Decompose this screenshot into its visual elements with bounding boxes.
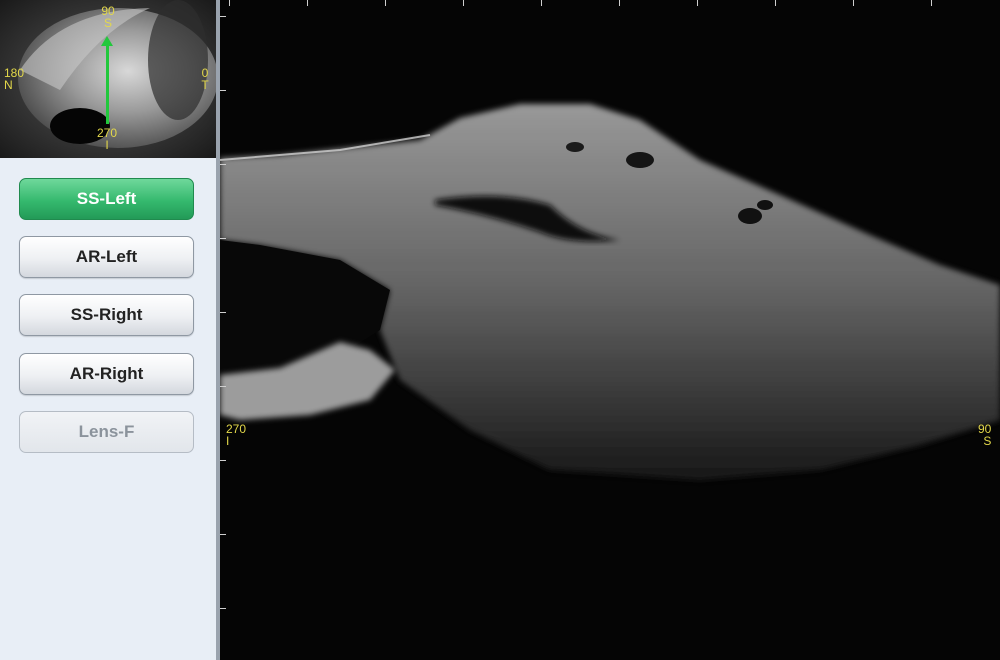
control-panel: 90 S 180 N 0T 270 I SS-Left AR-Left SS-Righ… bbox=[0, 0, 216, 660]
oct-scan-image[interactable]: 270 I 90 S bbox=[220, 0, 1000, 660]
ss-left-button[interactable]: SS-Left bbox=[19, 178, 194, 220]
scan-marker-left: 270 I bbox=[226, 422, 247, 448]
fundus-thumbnail[interactable]: 90 S 180 N 0T 270 I bbox=[0, 0, 216, 158]
thumb-label-left: 180 N bbox=[4, 66, 25, 92]
thumb-label-right: 0T bbox=[201, 66, 209, 92]
oct-tomogram bbox=[220, 0, 1000, 660]
ss-right-button[interactable]: SS-Right bbox=[19, 294, 194, 336]
ar-right-button[interactable]: AR-Right bbox=[19, 353, 194, 395]
ar-left-button[interactable]: AR-Left bbox=[19, 236, 194, 278]
scan-direction-arrow-icon bbox=[101, 36, 113, 46]
scan-direction-line bbox=[106, 44, 109, 124]
thumb-label-top: 90 S bbox=[101, 4, 115, 30]
lens-f-button[interactable]: Lens-F bbox=[19, 411, 194, 453]
thumb-label-bottom: 270 I bbox=[96, 126, 118, 152]
scan-marker-right: 90 S bbox=[978, 422, 992, 448]
